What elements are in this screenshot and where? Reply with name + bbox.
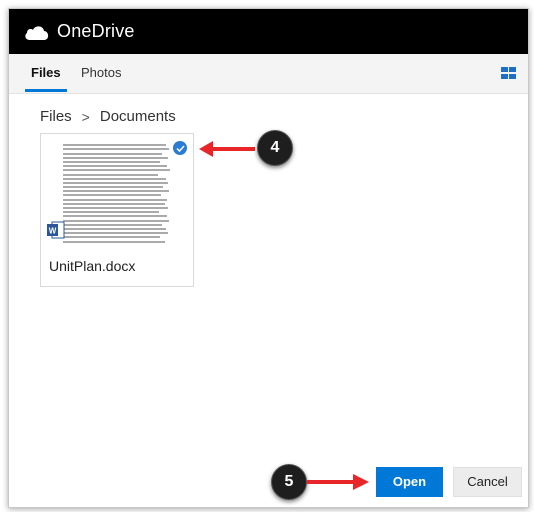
breadcrumb-current: Documents	[99, 108, 176, 125]
file-picker-dialog: OneDrive Files Photos Files > Documents	[8, 8, 529, 508]
annotation-step-4: 4	[257, 130, 293, 166]
grid-view-icon[interactable]	[501, 67, 516, 79]
tab-photos[interactable]: Photos	[81, 54, 121, 91]
tab-files[interactable]: Files	[25, 54, 67, 92]
selected-check-icon[interactable]	[173, 141, 187, 155]
word-document-icon: W	[47, 221, 65, 239]
annotation-step-5: 5	[271, 464, 307, 500]
file-name: UnitPlan.docx	[49, 258, 136, 274]
file-tile[interactable]: W UnitPlan.docx	[40, 133, 194, 287]
breadcrumb-root[interactable]: Files	[40, 108, 72, 125]
brand: OneDrive	[23, 21, 135, 42]
cancel-button[interactable]: Cancel	[453, 467, 522, 497]
tab-bar: Files Photos	[9, 54, 528, 94]
annotation-arrow-right	[307, 474, 369, 490]
open-button[interactable]: Open	[376, 467, 443, 497]
breadcrumb: Files > Documents	[40, 108, 176, 125]
svg-text:W: W	[49, 227, 57, 236]
document-thumbnail	[63, 142, 171, 254]
brand-name: OneDrive	[57, 21, 135, 41]
breadcrumb-separator: >	[81, 108, 90, 125]
annotation-arrow-left	[199, 141, 255, 157]
onedrive-cloud-icon	[25, 25, 49, 40]
top-bar: OneDrive	[9, 9, 528, 54]
